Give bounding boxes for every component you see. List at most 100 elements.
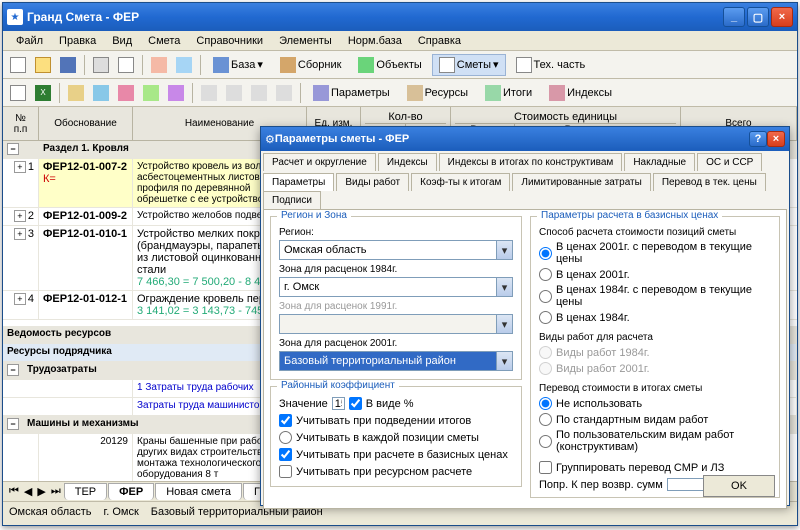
- collapse-icon[interactable]: −: [7, 364, 19, 376]
- toolbar-1: База▾ Сборник Объекты Сметы▾ Тех. часть: [3, 51, 797, 79]
- print-icon[interactable]: [90, 54, 112, 76]
- as-percent-check[interactable]: [349, 397, 362, 410]
- dialog-tabs-row2: Параметры Виды работ Коэф-ты к итогам Ли…: [261, 171, 789, 209]
- tab-nav-next[interactable]: ▶: [35, 485, 47, 498]
- tab-overhead[interactable]: Накладные: [624, 153, 695, 171]
- menu-help[interactable]: Справка: [411, 33, 468, 48]
- price-opt-2001[interactable]: [539, 268, 552, 281]
- chk-resource-calc[interactable]: [279, 465, 292, 478]
- excel-icon[interactable]: X: [32, 82, 54, 104]
- chevron-down-icon: ▾: [496, 315, 512, 333]
- col-obosn[interactable]: Обоснование: [39, 107, 133, 140]
- totals-button[interactable]: Итоги: [478, 82, 539, 104]
- dialog-body: Регион и Зона Регион: Омская область▾ Зо…: [263, 209, 787, 509]
- tab-work-types[interactable]: Виды работ: [336, 173, 409, 191]
- expand-icon[interactable]: +: [14, 161, 26, 173]
- open-icon[interactable]: [32, 54, 54, 76]
- resources-button[interactable]: Ресурсы: [400, 82, 475, 104]
- tab-nav-first[interactable]: ⏮: [7, 485, 21, 498]
- menu-smeta[interactable]: Смета: [141, 33, 187, 48]
- app-icon: ★: [7, 9, 23, 25]
- collection-button[interactable]: Сборник: [273, 54, 349, 76]
- menu-ref[interactable]: Справочники: [189, 33, 270, 48]
- price-opt-2001-conv[interactable]: [539, 247, 552, 260]
- chk-basic-prices[interactable]: [279, 448, 292, 461]
- menu-view[interactable]: Вид: [105, 33, 139, 48]
- generic-icon[interactable]: [165, 82, 187, 104]
- close-button[interactable]: ×: [771, 7, 793, 27]
- conv-std[interactable]: [539, 413, 552, 426]
- tab-ter[interactable]: ТЕР: [64, 483, 107, 500]
- collapse-icon[interactable]: −: [7, 143, 19, 155]
- price-opt-1984-conv[interactable]: [539, 290, 552, 303]
- group-smr-check[interactable]: [539, 461, 552, 474]
- zone1984-combo[interactable]: г. Омск▾: [279, 277, 513, 297]
- menu-elements[interactable]: Элементы: [272, 33, 339, 48]
- generic-icon[interactable]: [273, 82, 295, 104]
- smety-button[interactable]: Сметы▾: [432, 54, 506, 76]
- generic-icon[interactable]: [65, 82, 87, 104]
- work-2001: [539, 362, 552, 375]
- generic-icon[interactable]: [223, 82, 245, 104]
- objects-button[interactable]: Объекты: [351, 54, 428, 76]
- price-opt-1984[interactable]: [539, 311, 552, 324]
- tab-calc[interactable]: Расчет и округление: [263, 153, 376, 171]
- chevron-down-icon: ▾: [496, 352, 512, 370]
- generic-icon[interactable]: [90, 82, 112, 104]
- toolbar-2: X Параметры Ресурсы Итоги Индексы: [3, 79, 797, 107]
- tab-indexes[interactable]: Индексы: [378, 153, 437, 171]
- coefficient-group: Районный коэффициент Значение В виде % У…: [270, 386, 522, 487]
- generic-icon[interactable]: [140, 82, 162, 104]
- maximize-button[interactable]: ▢: [747, 7, 769, 27]
- dialog-help-button[interactable]: ?: [749, 131, 767, 147]
- minimize-button[interactable]: _: [723, 7, 745, 27]
- zone1991-combo[interactable]: ▾: [279, 314, 513, 334]
- expand-icon[interactable]: +: [14, 228, 26, 240]
- expand-icon[interactable]: +: [14, 293, 26, 305]
- tab-convert[interactable]: Перевод в тек. цены: [653, 173, 766, 191]
- preview-icon[interactable]: [115, 54, 137, 76]
- tab-os-ssr[interactable]: ОС и ССР: [697, 153, 762, 171]
- col-num[interactable]: № п.п: [3, 107, 39, 140]
- generic-icon[interactable]: [248, 82, 270, 104]
- menu-normbase[interactable]: Норм.база: [341, 33, 409, 48]
- save-icon[interactable]: [57, 54, 79, 76]
- menu-file[interactable]: Файл: [9, 33, 50, 48]
- tab-indexes-totals[interactable]: Индексы в итогах по конструктивам: [439, 153, 623, 171]
- indexes-button[interactable]: Индексы: [542, 82, 619, 104]
- generic-icon[interactable]: [115, 82, 137, 104]
- tab-nav-prev[interactable]: ◀: [22, 485, 34, 498]
- base-button[interactable]: База▾: [206, 54, 270, 76]
- chk-each-pos[interactable]: [279, 431, 292, 444]
- status-city: г. Омск: [104, 506, 139, 518]
- ok-button[interactable]: OK: [703, 475, 775, 497]
- menu-edit[interactable]: Правка: [52, 33, 103, 48]
- tab-fer[interactable]: ФЕР: [108, 483, 154, 500]
- chevron-down-icon: ▾: [496, 278, 512, 296]
- tab-new[interactable]: Новая смета: [155, 483, 242, 500]
- zone2001-combo[interactable]: Базовый территориальный район▾: [279, 351, 513, 371]
- tech-part-button[interactable]: Тех. часть: [509, 54, 593, 76]
- generic-icon[interactable]: [7, 82, 29, 104]
- dialog-close-button[interactable]: ×: [767, 131, 785, 147]
- generic-icon[interactable]: [148, 54, 170, 76]
- coefficient-input[interactable]: [332, 397, 345, 410]
- generic-icon[interactable]: [173, 54, 195, 76]
- titlebar: ★ Гранд Смета - ФЕР _ ▢ ×: [3, 3, 797, 31]
- basic-prices-group: Параметры расчета в базисных ценах Спосо…: [530, 216, 780, 498]
- tab-limited[interactable]: Лимитированные затраты: [512, 173, 650, 191]
- region-combo[interactable]: Омская область▾: [279, 240, 513, 260]
- parameters-button[interactable]: Параметры: [306, 82, 397, 104]
- collapse-icon[interactable]: −: [7, 418, 19, 430]
- tab-parameters[interactable]: Параметры: [263, 173, 334, 191]
- new-icon[interactable]: [7, 54, 29, 76]
- tab-coefs[interactable]: Коэф-ты к итогам: [411, 173, 510, 191]
- tab-nav-last[interactable]: ⏭: [49, 485, 63, 498]
- chk-totals[interactable]: [279, 414, 292, 427]
- tab-signatures[interactable]: Подписи: [263, 191, 321, 209]
- expand-icon[interactable]: +: [14, 210, 26, 222]
- region-zone-group: Регион и Зона Регион: Омская область▾ Зо…: [270, 216, 522, 380]
- conv-none[interactable]: [539, 397, 552, 410]
- conv-user[interactable]: [539, 435, 552, 448]
- generic-icon[interactable]: [198, 82, 220, 104]
